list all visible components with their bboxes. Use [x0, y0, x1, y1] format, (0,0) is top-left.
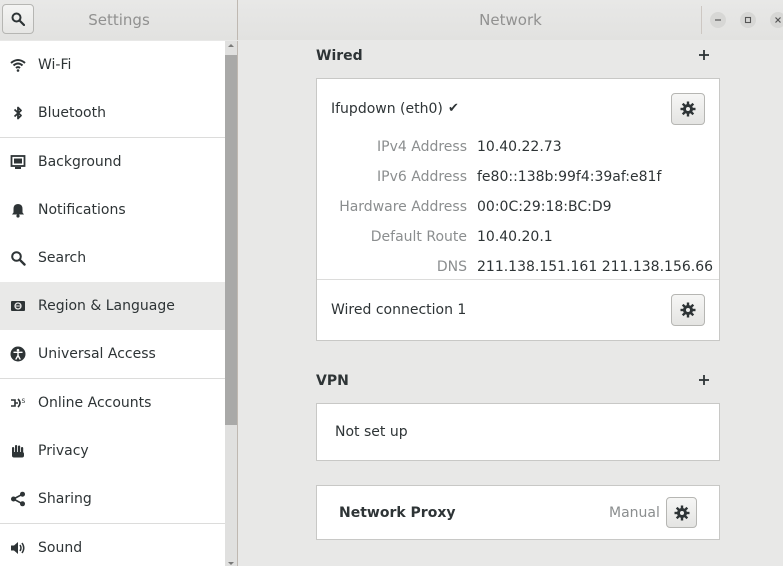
sidebar-item-label: Bluetooth [38, 105, 106, 121]
sidebar-item-privacy[interactable]: Privacy [0, 427, 225, 475]
ipv4-value: 10.40.22.73 [477, 139, 562, 155]
network-proxy-status: Manual [609, 505, 660, 521]
scroll-down-arrow-icon[interactable] [228, 562, 234, 565]
hand-icon [10, 443, 26, 459]
wired-connections-frame: Ifupdown (eth0) ✔ IPv4 Address 10.40.22.… [316, 78, 720, 341]
sidebar-item-sharing[interactable]: Sharing [0, 475, 225, 523]
network-proxy-settings-button[interactable] [666, 497, 697, 528]
sidebar-item-background[interactable]: Background [0, 138, 225, 186]
sidebar-item-label: Online Accounts [38, 395, 152, 411]
search-button[interactable] [2, 4, 34, 34]
ipv4-label: IPv4 Address [377, 139, 467, 155]
maximize-button[interactable] [740, 12, 756, 28]
plus-icon [699, 50, 709, 60]
sidebar-item-label: Privacy [38, 443, 89, 459]
sidebar-item-label: Background [38, 154, 122, 170]
default-route-value: 10.40.20.1 [477, 229, 553, 245]
sidebar-scrollbar[interactable] [225, 41, 237, 566]
wired-connection-name: Ifupdown (eth0) [331, 101, 443, 117]
bell-icon [10, 202, 26, 218]
wired-connection-settings-button[interactable] [671, 93, 705, 125]
add-vpn-button[interactable] [696, 373, 712, 389]
speaker-icon [10, 540, 26, 556]
wired-connection-1-name: Wired connection 1 [331, 302, 467, 318]
settings-title: Settings [88, 11, 150, 29]
sidebar-item-region-language[interactable]: Region & Language [0, 282, 225, 330]
ipv6-value: fe80::138b:99f4:39af:e81f [477, 169, 662, 185]
ipv6-label: IPv6 Address [377, 169, 467, 185]
search-icon [11, 12, 25, 26]
background-icon [10, 154, 26, 170]
sidebar: Wi-Fi Bluetooth Background Notifications… [0, 41, 238, 566]
wired-section-title: Wired [316, 48, 363, 64]
region-icon [10, 298, 26, 314]
vpn-section-title: VPN [316, 373, 349, 389]
svg-text:S: S [22, 398, 26, 405]
sidebar-item-sound[interactable]: Sound [0, 524, 225, 566]
accessibility-icon [10, 346, 26, 362]
sidebar-item-label: Wi-Fi [38, 57, 72, 73]
share-icon [10, 491, 26, 507]
sidebar-item-wifi[interactable]: Wi-Fi [0, 41, 225, 89]
search-icon [10, 250, 26, 266]
plus-icon [699, 375, 709, 385]
wired-row-separator [317, 279, 719, 280]
header-bar: Settings Network [0, 0, 783, 40]
wired-connection-1-settings-button[interactable] [671, 294, 705, 326]
active-check-icon: ✔ [448, 101, 459, 116]
scroll-up-arrow-icon[interactable] [228, 44, 234, 47]
sidebar-item-label: Notifications [38, 202, 126, 218]
sidebar-header: Settings [0, 0, 238, 40]
network-proxy-row[interactable]: Network Proxy Manual [316, 485, 720, 540]
dns-label: DNS [436, 259, 467, 275]
sidebar-item-label: Universal Access [38, 346, 156, 362]
sidebar-item-label: Sound [38, 540, 83, 556]
sidebar-item-label: Search [38, 250, 87, 266]
sidebar-item-bluetooth[interactable]: Bluetooth [0, 89, 225, 137]
gear-icon [674, 505, 689, 520]
close-button[interactable] [770, 12, 783, 28]
sidebar-item-online-accounts[interactable]: S Online Accounts [0, 379, 225, 427]
sidebar-item-label: Region & Language [38, 298, 175, 314]
gear-icon [680, 302, 696, 318]
online-accounts-icon: S [10, 395, 26, 411]
sidebar-item-search[interactable]: Search [0, 234, 225, 282]
close-icon [775, 17, 781, 23]
scrollbar-thumb[interactable] [225, 55, 237, 425]
minimize-button[interactable] [710, 12, 726, 28]
minimize-icon [715, 19, 721, 21]
hardware-address-label: Hardware Address [339, 199, 467, 215]
default-route-label: Default Route [370, 229, 467, 245]
panel-header: Network [238, 0, 783, 40]
sidebar-item-notifications[interactable]: Notifications [0, 186, 225, 234]
dns-value: 211.138.151.161 211.138.156.66 [477, 259, 714, 275]
wifi-icon [10, 57, 26, 73]
bluetooth-icon [10, 105, 26, 121]
maximize-icon [744, 16, 752, 24]
sidebar-item-label: Sharing [38, 491, 92, 507]
network-proxy-title: Network Proxy [339, 505, 456, 521]
vpn-frame: Not set up [316, 403, 720, 461]
network-panel: Wired Ifupdown (eth0) ✔ IPv4 Address 10.… [239, 41, 783, 566]
sidebar-item-universal-access[interactable]: Universal Access [0, 330, 225, 378]
add-wired-button[interactable] [696, 48, 712, 64]
gear-icon [680, 101, 696, 117]
vpn-empty-text: Not set up [335, 424, 408, 440]
header-separator [701, 6, 702, 34]
hardware-address-value: 00:0C:29:18:BC:D9 [477, 199, 612, 215]
